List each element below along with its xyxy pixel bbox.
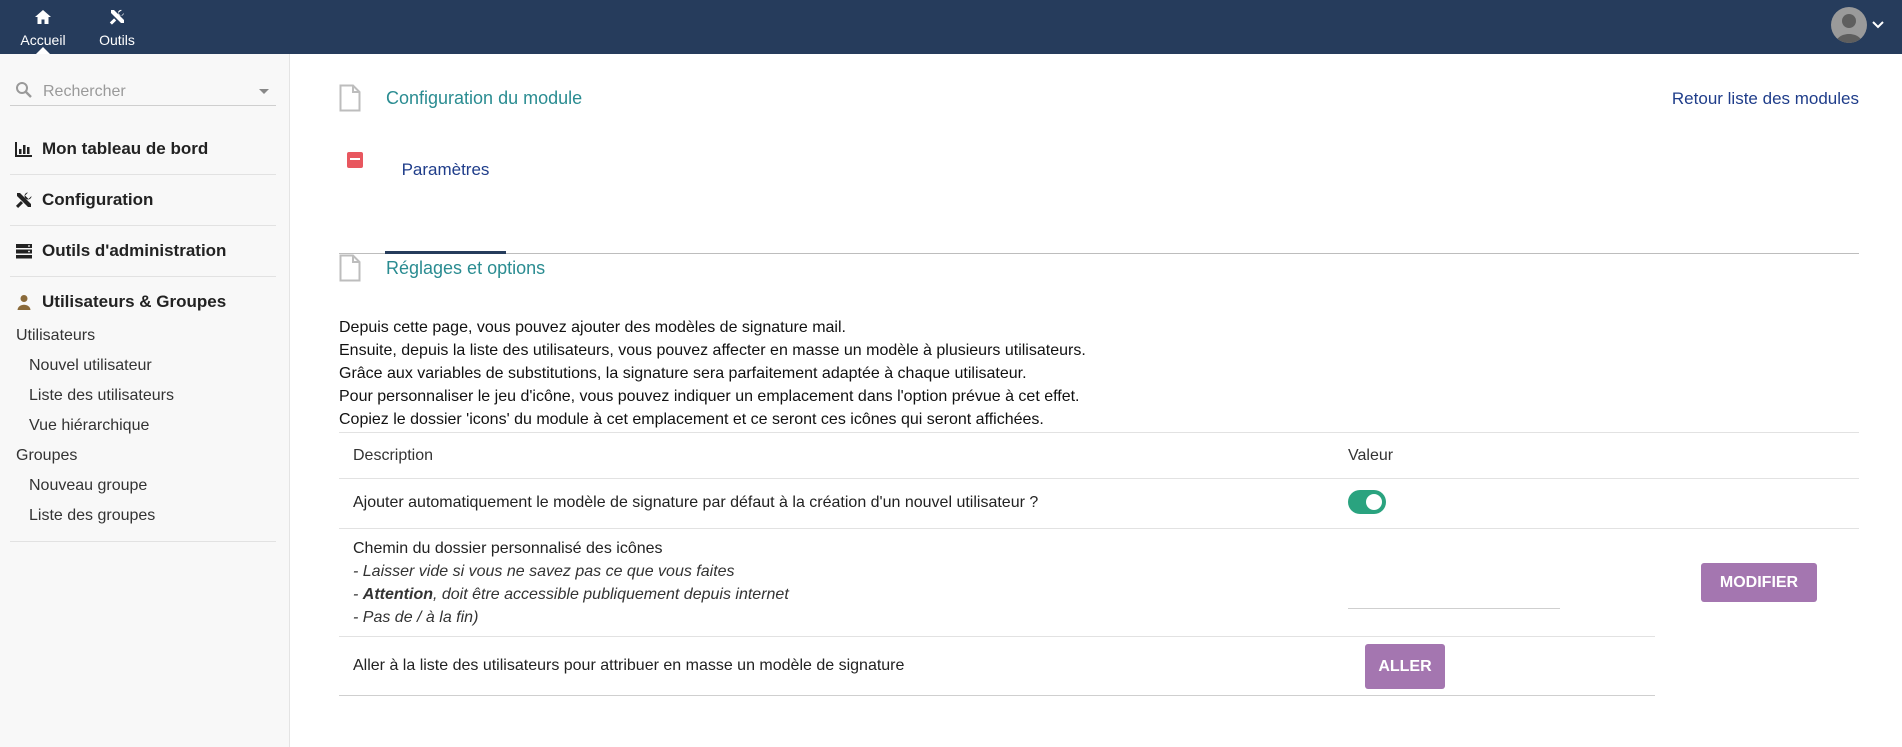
module-icon (347, 152, 363, 168)
table-row: Chemin du dossier personnalisé des icône… (339, 528, 1859, 636)
document-icon (339, 84, 361, 112)
sidebar-group-groups[interactable]: Groupes (10, 441, 276, 471)
menu-users-groups-label: Utilisateurs & Groupes (42, 292, 227, 311)
search-icon (15, 81, 35, 103)
menu-admin-tools-label: Outils d'administration (42, 241, 227, 260)
setting-mass-assign-label: Aller à la liste des utilisateurs pour a… (353, 657, 905, 674)
search-dropdown-icon[interactable] (259, 89, 269, 94)
menu-dashboard-title[interactable]: Mon tableau de bord (10, 124, 276, 174)
auto-signature-toggle[interactable] (1348, 490, 1386, 514)
document-icon (339, 254, 361, 282)
menu-users-groups-title[interactable]: Utilisateurs & Groupes (10, 277, 276, 327)
home-icon (32, 6, 54, 28)
note-line: - Laisser vide si vous ne savez pas ce q… (353, 563, 735, 580)
top-bar: Accueil Outils (0, 0, 1902, 54)
menu-dashboard-label: Mon tableau de bord (42, 139, 209, 158)
server-icon (14, 241, 34, 261)
intro-line: Ensuite, depuis la liste des utilisateur… (339, 342, 1086, 359)
top-nav-home[interactable]: Accueil (12, 0, 74, 54)
module-config-header: Configuration du module (339, 84, 582, 112)
sidebar: Mon tableau de bord Configuration Outils… (0, 54, 290, 747)
sidebar-group-users[interactable]: Utilisateurs (10, 321, 276, 351)
setting-icons-path-description: Chemin du dossier personnalisé des icône… (353, 537, 789, 629)
modify-button[interactable]: MODIFIER (1701, 563, 1817, 602)
table-row: Ajouter automatiquement le modèle de sig… (339, 478, 1859, 528)
user-icon (14, 292, 34, 312)
icons-path-input[interactable] (1348, 585, 1560, 609)
intro-line: Depuis cette page, vous pouvez ajouter d… (339, 319, 846, 336)
go-button[interactable]: ALLER (1365, 644, 1445, 689)
top-nav-tools[interactable]: Outils (86, 0, 148, 54)
settings-table: Description Valeur Ajouter automatiqueme… (339, 432, 1859, 696)
note-prefix: - (353, 586, 363, 603)
sidebar-item-new-group[interactable]: Nouveau groupe (10, 471, 276, 501)
menu-users-groups: Utilisateurs & Groupes Utilisateurs Nouv… (10, 277, 276, 542)
back-to-modules-link[interactable]: Retour liste des modules (1672, 89, 1859, 109)
menu-admin-tools: Outils d'administration (10, 226, 276, 277)
menu-admin-tools-title[interactable]: Outils d'administration (10, 226, 276, 276)
note-line: - Attention, doit être accessible publiq… (353, 583, 789, 606)
intro-text: Depuis cette page, vous pouvez ajouter d… (339, 316, 1086, 431)
table-header-row: Description Valeur (339, 432, 1859, 478)
sidebar-item-new-user[interactable]: Nouvel utilisateur (10, 351, 276, 381)
note-line: - Pas de / à la fin) (353, 609, 479, 626)
note-warning: Attention (362, 586, 433, 603)
settings-title: Réglages et options (386, 257, 546, 278)
sidebar-search (10, 78, 276, 106)
intro-line: Grâce aux variables de substitutions, la… (339, 365, 1027, 382)
search-input[interactable] (43, 82, 253, 101)
intro-line: Pour personnaliser le jeu d'icône, vous … (339, 388, 1080, 405)
table-row: Aller à la liste des utilisateurs pour a… (339, 636, 1655, 696)
menu-configuration: Configuration (10, 175, 276, 226)
setting-icons-path-label: Chemin du dossier personnalisé des icône… (353, 540, 663, 557)
top-nav-home-label: Accueil (20, 32, 66, 48)
wrench-screwdriver-icon (14, 190, 34, 210)
bar-chart-icon (14, 139, 34, 159)
column-header-description: Description (353, 447, 434, 464)
menu-configuration-title[interactable]: Configuration (10, 175, 276, 225)
note-rest: , doit être accessible publiquement depu… (432, 586, 789, 603)
sidebar-item-group-list[interactable]: Liste des groupes (10, 501, 276, 531)
user-avatar-icon (1831, 7, 1867, 43)
chevron-down-icon (1872, 16, 1884, 34)
settings-header: Réglages et options (339, 254, 545, 282)
intro-line: Copiez le dossier 'icons' du module à ce… (339, 411, 1044, 428)
top-nav-tools-label: Outils (99, 32, 135, 48)
sidebar-item-user-list[interactable]: Liste des utilisateurs (10, 381, 276, 411)
user-menu[interactable] (1831, 7, 1884, 43)
top-nav: Accueil Outils (12, 0, 148, 54)
menu-dashboard: Mon tableau de bord (10, 124, 276, 175)
tab-bar: Paramètres (339, 152, 1859, 254)
page-title: Configuration du module (386, 87, 583, 108)
menu-configuration-label: Configuration (42, 190, 154, 209)
tab-parameters[interactable]: Paramètres (385, 152, 506, 254)
column-header-value: Valeur (1348, 447, 1394, 464)
sidebar-item-hierarchy-view[interactable]: Vue hiérarchique (10, 411, 276, 441)
tools-icon (106, 6, 128, 28)
setting-auto-signature-label: Ajouter automatiquement le modèle de sig… (353, 494, 1039, 511)
